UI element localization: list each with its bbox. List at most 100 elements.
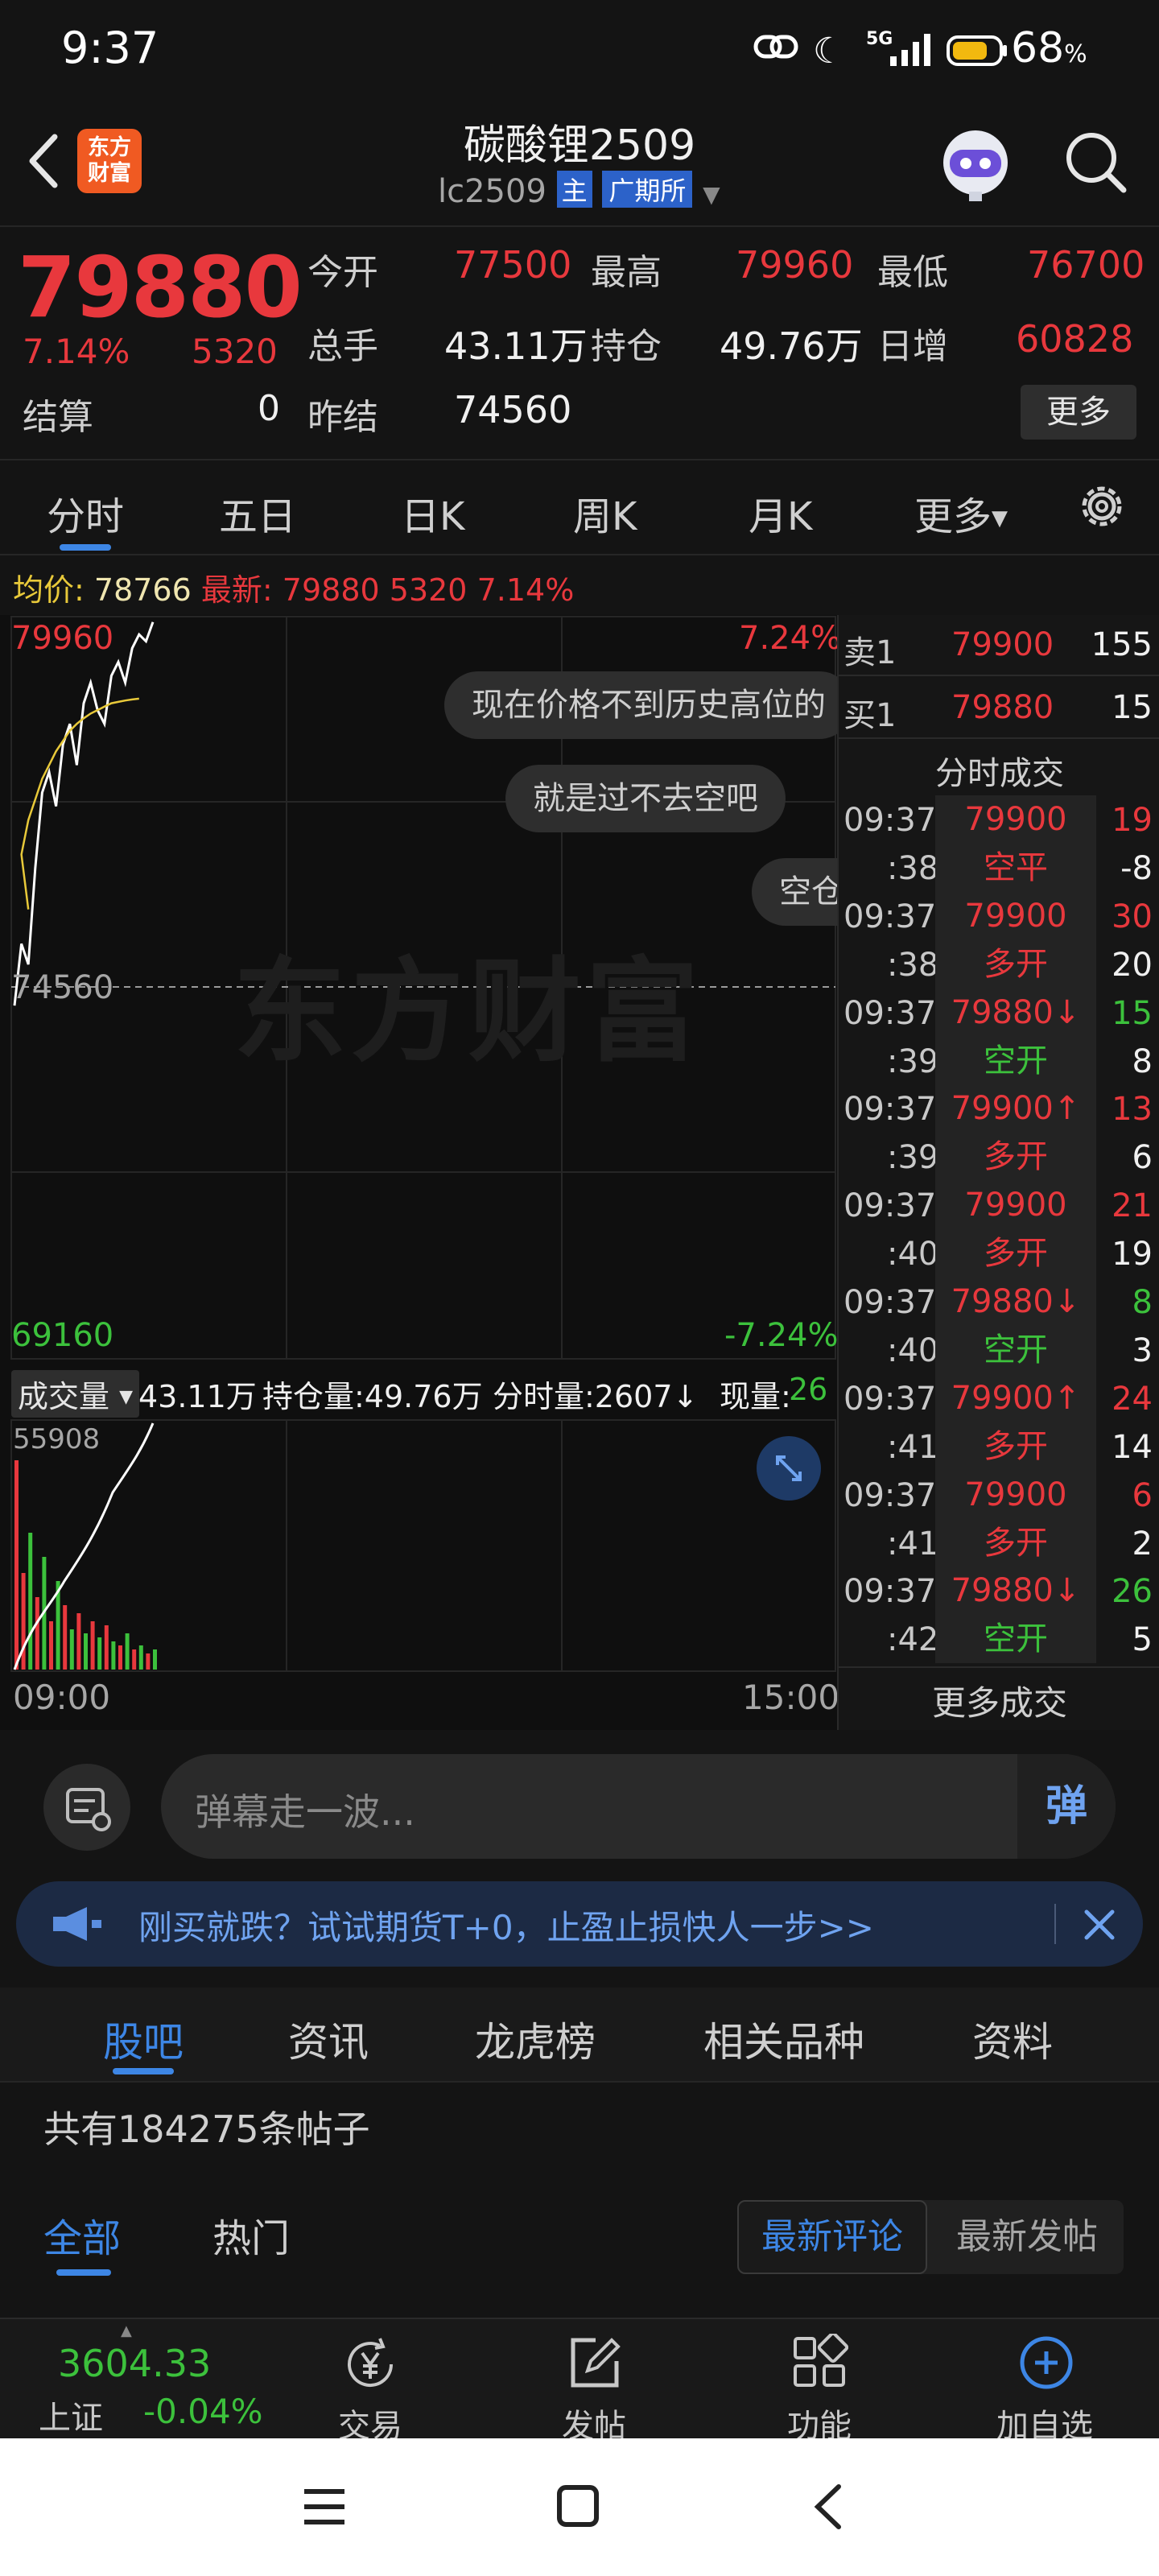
search-icon[interactable]	[1059, 126, 1132, 198]
tick-time: :40	[887, 1331, 939, 1369]
tick-volume: 26	[1112, 1573, 1153, 1611]
change-percent: 7.14%	[23, 332, 130, 371]
edit-post-icon	[571, 2338, 621, 2388]
menu-icon[interactable]	[303, 2487, 346, 2527]
avg-price-label: 均价:	[13, 572, 85, 608]
tab-five-day[interactable]: 五日	[219, 485, 296, 541]
tick-time: 09:37	[843, 1380, 937, 1418]
tick-row: :38 多开 20	[839, 939, 1159, 989]
sell1-price: 79900	[951, 626, 1054, 663]
tab-dragon-tiger[interactable]: 龙虎榜	[475, 2010, 596, 2068]
nav-post[interactable]: 发帖	[522, 2319, 666, 2445]
sell1-row: 卖1 79900 155	[839, 620, 1159, 671]
lower-price-label: 69160	[11, 1317, 114, 1354]
sort-latest-post[interactable]: 最新发帖	[930, 2200, 1124, 2274]
open-interest-info: 持仓量:49.76万	[262, 1379, 483, 1414]
tick-volume: 20	[1112, 946, 1153, 984]
caret-down-icon: ▼	[992, 506, 1008, 530]
tick-volume: 14	[1112, 1428, 1153, 1466]
avg-price-value: 78766	[93, 572, 192, 608]
sort-latest-comment[interactable]: 最新评论	[737, 2200, 927, 2274]
tab-monthly-k[interactable]: 月K	[749, 485, 812, 541]
subtab-all[interactable]: 全部	[43, 2207, 121, 2263]
contract-code: lc2509	[438, 173, 547, 210]
tab-related[interactable]: 相关品种	[703, 2010, 864, 2068]
tab-more[interactable]: 更多▼	[914, 485, 1008, 541]
back-nav-icon[interactable]	[808, 2482, 848, 2532]
robot-assistant-icon[interactable]	[934, 122, 1017, 206]
tab-weekly-k[interactable]: 周K	[573, 485, 637, 541]
add-circle-icon	[1020, 2336, 1073, 2389]
volume-bar	[138, 1645, 143, 1670]
tick-time: 09:37	[843, 1187, 937, 1225]
volume-bar	[90, 1621, 95, 1670]
tick-volume: 19	[1112, 802, 1153, 839]
latest-change: 5320	[389, 572, 468, 608]
link-icon	[753, 32, 798, 61]
tick-time: :41	[887, 1428, 939, 1466]
tick-time: :39	[887, 1042, 939, 1080]
more-ticks-button[interactable]: 更多成交	[839, 1676, 1159, 1725]
tab-intraday[interactable]: 分时	[47, 485, 124, 541]
tick-volume: 30	[1112, 898, 1153, 935]
volume-selector[interactable]: 成交量 ▼	[11, 1370, 140, 1418]
main-contract-badge: 主	[556, 171, 592, 208]
current-volume-value: 26	[789, 1372, 828, 1407]
tick-time: :40	[887, 1236, 939, 1274]
promo-banner[interactable]: 刚买就跌？试试期货T+0，止盈止损快人一步>>	[16, 1881, 1143, 1967]
contract-info[interactable]: lc2509 主 广期所 ▼	[438, 171, 720, 211]
settings-gear-icon[interactable]	[1075, 480, 1128, 533]
open-value: 77500	[454, 243, 572, 287]
tick-volume: 8	[1132, 1042, 1153, 1080]
danmu-input[interactable]: 弹幕走一波... 弹	[161, 1754, 1116, 1859]
index-ticker[interactable]: ▲ 3604.33 上证 -0.04%	[0, 2319, 263, 2440]
subtab-hot[interactable]: 热门	[212, 2207, 290, 2263]
tick-row: 09:37 79880↓ 26	[839, 1567, 1159, 1616]
tick-row: :39 空开 8	[839, 1036, 1159, 1085]
danmu-placeholder: 弹幕走一波...	[195, 1790, 415, 1834]
tab-forum[interactable]: 股吧	[103, 2010, 184, 2068]
nav-functions[interactable]: 功能	[747, 2319, 892, 2445]
promo-text: 刚买就跌？试试期货T+0，止盈止损快人一步>>	[138, 1908, 874, 1947]
volume-bar	[111, 1641, 116, 1670]
tick-row: :41 多开 14	[839, 1422, 1159, 1471]
chart-start-time: 09:00	[13, 1678, 111, 1717]
danmu-settings-icon[interactable]	[43, 1764, 130, 1851]
tick-time: 09:37	[843, 994, 937, 1032]
tick-price: 多开	[935, 1133, 1096, 1182]
prev-settle-value: 74560	[454, 388, 572, 431]
comment-input-area: 弹幕走一波... 弹 刚买就跌？试试期货T+0，止盈止损快人一步>>	[0, 1730, 1159, 1988]
nav-add-watchlist[interactable]: 加自选	[972, 2319, 1117, 2445]
mid-price-label: 74560	[11, 969, 114, 1006]
volume-bar	[69, 1629, 74, 1670]
latest-price-label: 最新:	[200, 572, 273, 608]
tick-volume: 19	[1112, 1236, 1153, 1274]
index-change: -0.04%	[143, 2392, 263, 2431]
close-icon[interactable]	[1075, 1901, 1124, 1949]
upper-price-label: 79960	[11, 620, 114, 657]
tab-daily-k[interactable]: 日K	[401, 485, 464, 541]
high-value: 79960	[736, 243, 854, 287]
high-label: 最高	[591, 252, 662, 293]
tick-time: 09:37	[843, 1573, 937, 1611]
index-name: 上证	[39, 2400, 103, 2437]
header: 东方 财富 碳酸锂2509 lc2509 主 广期所 ▼	[0, 105, 1159, 225]
tick-price: 79900	[935, 1470, 1096, 1519]
expand-chart-icon[interactable]	[757, 1436, 821, 1501]
home-icon[interactable]	[555, 2483, 600, 2529]
tab-profile[interactable]: 资料	[972, 2010, 1053, 2068]
trade-yen-icon	[348, 2338, 393, 2388]
tick-volume: 8	[1132, 1284, 1153, 1321]
nav-trade[interactable]: 交易	[298, 2319, 443, 2445]
intraday-chart[interactable]: 东方财富 79960 7.24% 74560 69160 -7.24% 现在价格…	[0, 615, 871, 1730]
tick-price: 79880↓	[935, 1278, 1096, 1326]
danmu-send-button[interactable]: 弹	[1017, 1754, 1116, 1859]
tick-time: 09:37	[843, 1284, 937, 1321]
tab-news[interactable]: 资讯	[288, 2010, 369, 2068]
sell1-label: 卖1	[843, 634, 897, 671]
volume-bar	[146, 1653, 151, 1670]
volume-bar	[63, 1605, 68, 1670]
more-quote-button[interactable]: 更多	[1021, 385, 1136, 440]
subtab-indicator	[56, 2269, 111, 2276]
tick-time: 09:37	[843, 898, 937, 935]
